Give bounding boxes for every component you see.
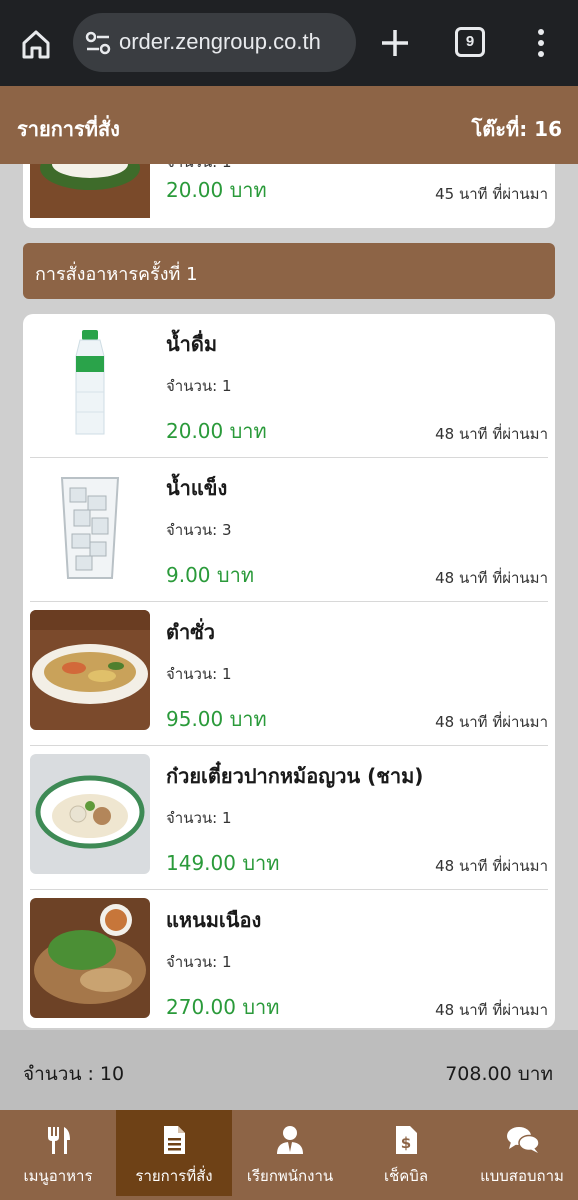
item-price: 95.00 บาท [166,707,267,731]
ice-glass-image [30,466,150,586]
item-time: 48 นาที ที่ผ่านมา [435,857,548,875]
nav-check-bill[interactable]: $ เช็คบิล [348,1110,464,1196]
list-item: น้ำดื่ม จำนวน: 1 20.00 บาท 48 นาที ที่ผ่… [30,314,548,458]
item-time: 45 นาที ที่ผ่านมา [435,185,548,203]
nav-survey[interactable]: แบบสอบถาม [464,1110,578,1196]
order-summary: จำนวน : 10 708.00 บาท [0,1030,578,1110]
nav-label: เช็คบิล [383,1167,429,1185]
site-settings-icon[interactable] [85,31,111,55]
item-name: น้ำดื่ม [166,332,218,356]
item-name: ตำซั่ว [166,620,216,644]
list-item: แหนมเนือง จำนวน: 1 270.00 บาท 48 นาที ที… [30,890,548,1030]
item-quantity: จำนวน: 1 [166,809,232,827]
noodle-bowl-image [30,754,150,874]
browser-toolbar: order.zengroup.co.th 9 [0,0,578,86]
nam-nueang-image [30,898,150,1018]
item-name: น้ำแข็ง [166,476,228,500]
nav-label: เมนูอาหาร [23,1167,93,1185]
total-quantity: จำนวน : 10 [23,1063,125,1085]
item-quantity: จำนวน: 3 [166,521,232,539]
item-price: 270.00 บาท [166,995,280,1019]
nav-label: รายการที่สั่ง [135,1167,213,1185]
list-item: ก๋วยเตี๋ยวปากหม้อญวน (ชาม) จำนวน: 1 149.… [30,746,548,890]
total-price: 708.00 บาท [445,1063,553,1085]
item-price: 149.00 บาท [166,851,280,875]
item-time: 48 นาที ที่ผ่านมา [435,425,548,443]
staff-icon [274,1124,306,1156]
order-items-card: น้ำดื่ม จำนวน: 1 20.00 บาท 48 นาที ที่ผ่… [23,314,555,1028]
bottom-nav: เมนูอาหาร รายการที่สั่ง เรียกพนักงาน $ เ… [0,1110,578,1200]
nav-label: แบบสอบถาม [480,1167,564,1185]
order-list[interactable]: จำนวน: 1 20.00 บาท 45 นาที ที่ผ่านมา การ… [0,164,578,1030]
previous-order-card: จำนวน: 1 20.00 บาท 45 นาที ที่ผ่านมา [23,164,555,228]
item-price: 20.00 บาท [166,419,267,443]
item-time: 48 นาที ที่ผ่านมา [435,1001,548,1019]
item-quantity: จำนวน: 1 [166,164,232,174]
item-quantity: จำนวน: 1 [166,953,232,971]
item-price: 9.00 บาท [166,563,254,587]
nav-label: เรียกพนักงาน [246,1167,334,1185]
address-bar[interactable]: order.zengroup.co.th [73,13,356,72]
order-round-title: การสั่งอาหารครั้งที่ 1 [35,264,198,285]
app-header: รายการที่สั่ง โต๊ะที่: 16 [0,86,578,164]
bill-icon: $ [390,1124,422,1156]
new-tab-icon[interactable] [378,26,412,60]
list-item: น้ำแข็ง จำนวน: 3 9.00 บาท 48 นาที ที่ผ่า… [30,458,548,602]
nav-menu[interactable]: เมนูอาหาร [0,1110,116,1196]
utensils-icon [42,1124,74,1156]
tab-switcher-button[interactable]: 9 [455,27,485,57]
nav-orders[interactable]: รายการที่สั่ง [116,1110,232,1196]
url-text: order.zengroup.co.th [119,29,321,54]
item-time: 48 นาที ที่ผ่านมา [435,569,548,587]
more-menu-icon[interactable] [530,28,552,58]
table-number: โต๊ะที่: 16 [471,117,562,141]
item-price: 20.00 บาท [166,178,267,202]
list-item: ตำซั่ว จำนวน: 1 95.00 บาท 48 นาที ที่ผ่า… [30,602,548,746]
water-bottle-image [30,322,150,442]
item-quantity: จำนวน: 1 [166,665,232,683]
page-title: รายการที่สั่ง [17,117,120,141]
item-time: 48 นาที ที่ผ่านมา [435,713,548,731]
chat-icon [506,1124,540,1156]
item-name: ก๋วยเตี๋ยวปากหม้อญวน (ชาม) [166,764,424,788]
home-icon[interactable] [18,26,54,62]
papaya-salad-image [30,610,150,730]
svg-text:$: $ [401,1134,411,1152]
item-quantity: จำนวน: 1 [166,377,232,395]
order-round-header: การสั่งอาหารครั้งที่ 1 [23,243,555,299]
nav-call-staff[interactable]: เรียกพนักงาน [232,1110,348,1196]
document-icon [158,1124,190,1156]
rice-image [30,164,150,234]
item-name: แหนมเนือง [166,908,262,932]
